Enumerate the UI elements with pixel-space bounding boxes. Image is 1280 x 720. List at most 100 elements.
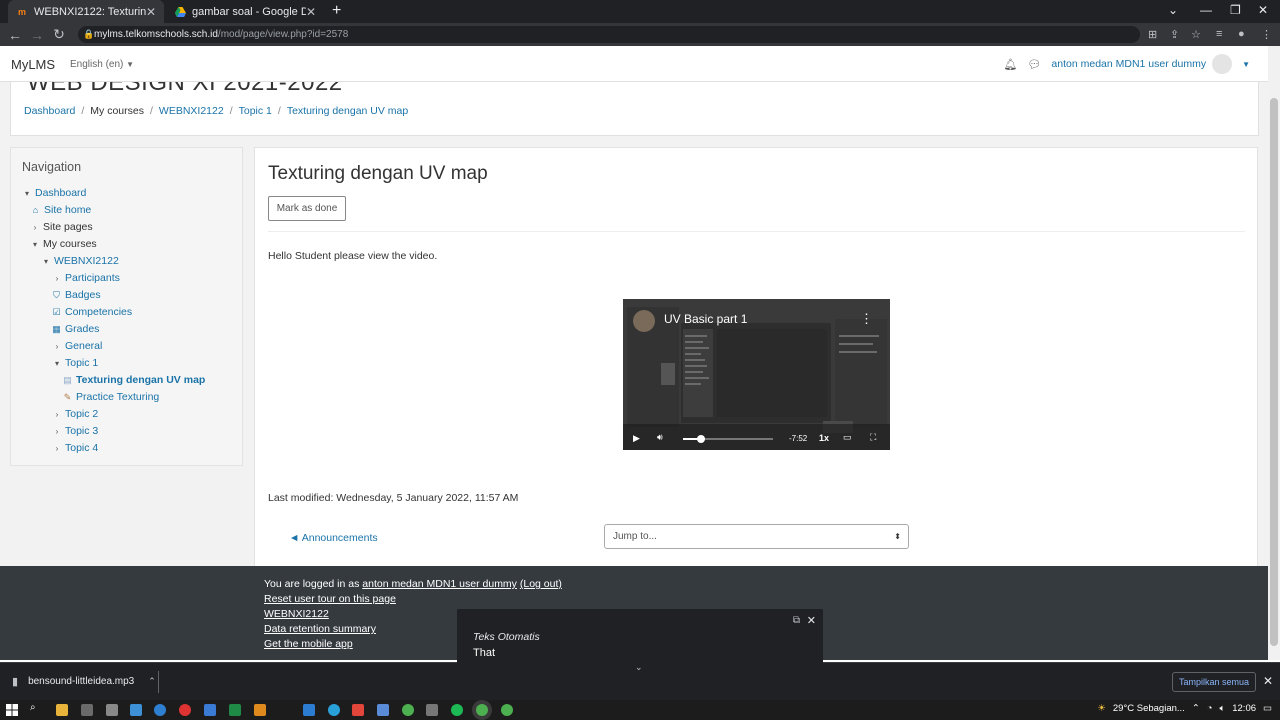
nav-item-label[interactable]: Topic 4 bbox=[65, 442, 98, 454]
clock[interactable]: 12:06 bbox=[1232, 703, 1256, 714]
more-options-icon[interactable]: ⋮ bbox=[860, 311, 873, 327]
app-icon[interactable] bbox=[352, 704, 364, 716]
tab-active[interactable]: m WEBNXI2122: Texturing dengan UV map ✕ bbox=[8, 0, 164, 23]
tab-drive[interactable]: gambar soal - Google Drive ✕ bbox=[166, 0, 324, 23]
user-name[interactable]: anton medan MDN1 user dummy bbox=[1051, 58, 1206, 70]
miniplayer-icon[interactable]: ▭ bbox=[843, 432, 852, 443]
app-icon[interactable] bbox=[81, 704, 93, 716]
breadcrumb-page[interactable]: Texturing dengan UV map bbox=[287, 105, 408, 117]
nav-item-label[interactable]: General bbox=[65, 340, 102, 352]
spotify-icon[interactable] bbox=[451, 704, 463, 716]
chevron-right-icon[interactable]: › bbox=[52, 427, 62, 436]
chevron-right-icon[interactable]: › bbox=[52, 444, 62, 453]
language-menu[interactable]: English (en) ▼ bbox=[70, 59, 134, 70]
chevron-down-icon[interactable]: ▾ bbox=[22, 189, 32, 198]
breadcrumb-topic[interactable]: Topic 1 bbox=[239, 105, 272, 117]
nav-item-label[interactable]: Topic 3 bbox=[65, 425, 98, 437]
nav-item-topic-3[interactable]: › Topic 3 bbox=[52, 424, 99, 438]
notification-icon[interactable]: ▭ bbox=[1263, 703, 1272, 714]
profile-icon[interactable]: ● bbox=[1238, 28, 1245, 40]
fullscreen-icon[interactable]: ⛶ bbox=[870, 432, 876, 443]
close-tab-icon[interactable]: ✕ bbox=[146, 5, 156, 19]
nav-item-competencies[interactable]: ☑ Competencies bbox=[51, 305, 132, 319]
excel-icon[interactable] bbox=[229, 704, 241, 716]
telegram-icon[interactable] bbox=[328, 704, 340, 716]
chrome-icon[interactable] bbox=[501, 704, 513, 716]
video-title[interactable]: UV Basic part 1 bbox=[664, 312, 747, 326]
course-home-link[interactable]: WEBNXI2122 bbox=[264, 608, 329, 620]
nav-item-label[interactable]: Badges bbox=[65, 289, 101, 301]
nav-item-my-courses[interactable]: ▾ My courses bbox=[30, 237, 97, 251]
play-icon[interactable]: ▶ bbox=[633, 433, 640, 444]
nav-item-site-home[interactable]: ⌂ Site home bbox=[30, 203, 92, 217]
app-icon[interactable] bbox=[426, 704, 438, 716]
tab-search-icon[interactable]: ⌄ bbox=[1168, 3, 1178, 17]
network-icon[interactable]: ◔ bbox=[1207, 703, 1213, 714]
opera-icon[interactable] bbox=[179, 704, 191, 716]
bell-icon[interactable]: 🔔︎ bbox=[1003, 58, 1017, 71]
data-retention-link[interactable]: Data retention summary bbox=[264, 623, 376, 635]
chevron-down-icon[interactable]: ▾ bbox=[30, 240, 40, 249]
chrome-active-icon[interactable] bbox=[476, 704, 488, 716]
nav-item-label[interactable]: Competencies bbox=[65, 306, 132, 318]
translate-icon[interactable]: ⊞ bbox=[1148, 28, 1157, 41]
chevron-down-icon[interactable]: ⌄ bbox=[635, 662, 643, 673]
nav-item-topic-4[interactable]: › Topic 4 bbox=[52, 441, 99, 455]
avatar[interactable] bbox=[1212, 54, 1233, 74]
media-control-icon[interactable]: ≡ bbox=[1216, 28, 1222, 40]
vscode-icon[interactable] bbox=[303, 704, 315, 716]
video-player[interactable]: UV Basic part 1 ⋮ ▶ 🔊︎ -7:52 1x ▭ ⛶ bbox=[623, 299, 890, 450]
previous-activity-link[interactable]: ◄ Announcements bbox=[289, 532, 378, 544]
weather-text[interactable]: 29°C Sebagian... bbox=[1113, 703, 1185, 714]
close-tab-icon[interactable]: ✕ bbox=[306, 5, 316, 19]
forward-icon[interactable]: → bbox=[26, 27, 48, 43]
nav-item-practice-texturing[interactable]: ✎ Practice Texturing bbox=[62, 390, 160, 404]
nav-item-label[interactable]: Topic 2 bbox=[65, 408, 98, 420]
app-icon[interactable] bbox=[130, 704, 142, 716]
nav-item-topic-2[interactable]: › Topic 2 bbox=[52, 407, 99, 421]
volume-icon[interactable]: 🔈︎ bbox=[1220, 703, 1226, 714]
nav-item-current-page[interactable]: ▤ Texturing dengan UV map bbox=[62, 373, 205, 387]
chevron-right-icon[interactable]: › bbox=[52, 274, 62, 283]
nav-item-participants[interactable]: › Participants bbox=[52, 271, 120, 285]
chevron-up-icon[interactable]: ⌃ bbox=[1192, 703, 1200, 714]
open-in-new-icon[interactable]: ⧉ bbox=[793, 615, 800, 626]
nav-item-dashboard[interactable]: ▾ Dashboard bbox=[22, 186, 86, 200]
nav-item-topic-1[interactable]: ▾ Topic 1 bbox=[52, 356, 98, 370]
new-tab-icon[interactable]: + bbox=[332, 2, 341, 20]
video-progress-track[interactable] bbox=[683, 435, 773, 443]
chevron-down-icon[interactable]: ▾ bbox=[41, 257, 51, 266]
profile-link[interactable]: anton medan MDN1 user dummy bbox=[362, 578, 517, 590]
page-scrollbar[interactable] bbox=[1268, 46, 1280, 660]
app-icon[interactable] bbox=[377, 704, 389, 716]
share-icon[interactable]: ⇪ bbox=[1170, 28, 1179, 41]
mail-icon[interactable] bbox=[204, 704, 216, 716]
nav-item-label[interactable]: Texturing dengan UV map bbox=[76, 374, 205, 386]
video-progress-handle[interactable] bbox=[697, 435, 705, 443]
reset-tour-link[interactable]: Reset user tour on this page bbox=[264, 593, 396, 605]
browser-menu-icon[interactable]: ⋮ bbox=[1261, 28, 1272, 41]
user-menu[interactable]: 🔔︎ 💬︎ anton medan MDN1 user dummy ▼ bbox=[1003, 54, 1250, 74]
close-icon[interactable]: ✕ bbox=[1263, 674, 1273, 688]
nav-item-label[interactable]: Practice Texturing bbox=[76, 391, 159, 403]
chevron-right-icon[interactable]: › bbox=[52, 342, 62, 351]
nav-item-label[interactable]: Topic 1 bbox=[65, 357, 98, 369]
nav-item-label[interactable]: Grades bbox=[65, 323, 99, 335]
channel-avatar[interactable] bbox=[633, 310, 655, 332]
minimize-icon[interactable]: — bbox=[1200, 3, 1212, 17]
nav-item-label[interactable]: WEBNXI2122 bbox=[54, 255, 119, 267]
playback-speed[interactable]: 1x bbox=[819, 433, 829, 443]
breadcrumb-course[interactable]: WEBNXI2122 bbox=[159, 105, 224, 117]
window-close-icon[interactable]: ✕ bbox=[1258, 3, 1268, 17]
volume-icon[interactable]: 🔊︎ bbox=[657, 432, 663, 443]
restore-icon[interactable]: ❐ bbox=[1230, 3, 1241, 17]
chevron-down-icon[interactable]: ▾ bbox=[52, 359, 62, 368]
reload-icon[interactable]: ↻ bbox=[48, 26, 70, 43]
nav-item-label[interactable]: Participants bbox=[65, 272, 120, 284]
mark-as-done-button[interactable]: Mark as done bbox=[268, 196, 346, 221]
app-icon[interactable] bbox=[106, 704, 118, 716]
chevron-down-icon[interactable]: ▼ bbox=[1242, 60, 1250, 69]
windows-start-icon[interactable] bbox=[6, 704, 18, 716]
nav-item-site-pages[interactable]: › Site pages bbox=[30, 220, 93, 234]
nav-item-grades[interactable]: ▦ Grades bbox=[51, 322, 99, 336]
